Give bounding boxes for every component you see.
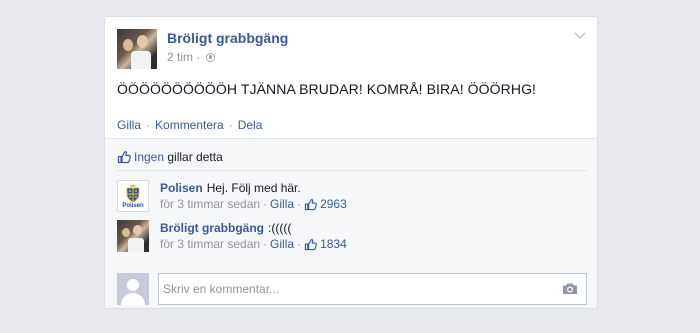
- globe-icon[interactable]: [205, 53, 215, 62]
- comment-item: Polisen Polisen Hej. Följ med här. för 3 …: [117, 180, 587, 214]
- author-avatar[interactable]: [117, 29, 157, 69]
- thumbs-up-icon: [117, 151, 131, 164]
- current-user-avatar: [117, 273, 149, 305]
- likes-summary: Ingen gillar detta: [117, 150, 587, 171]
- thumbs-up-icon: [304, 199, 317, 211]
- post-author-name[interactable]: Bröligt grabbgäng: [167, 30, 288, 46]
- meta-separator: ·: [297, 197, 302, 211]
- comment-meta: för 3 timmar sedan · Gilla · 1834: [160, 237, 347, 251]
- comment-author[interactable]: Bröligt grabbgäng: [160, 221, 264, 235]
- meta-separator: ·: [263, 237, 268, 251]
- comment-composer: [117, 273, 587, 305]
- post-card: Bröligt grabbgäng 2 tim · ÖÖÖÖÖÖÖÖÖÖH TJ…: [104, 16, 598, 309]
- police-logo-label: Polisen: [122, 203, 144, 209]
- comment-like-button[interactable]: Gilla: [270, 197, 294, 211]
- commenter-avatar[interactable]: [117, 220, 149, 252]
- comment-item: Bröligt grabbgäng :((((( för 3 timmar sed…: [117, 220, 587, 254]
- police-crest-icon: [126, 184, 140, 203]
- comment-like-count[interactable]: 1834: [320, 237, 347, 251]
- likes-text: gillar detta: [167, 150, 223, 164]
- commenter-avatar[interactable]: Polisen: [117, 180, 149, 212]
- meta-separator: ·: [263, 197, 268, 211]
- post-text: ÖÖÖÖÖÖÖÖÖÖH TJÄNNA BRUDAR! KOMRÅ! BIRA! …: [117, 81, 537, 97]
- comment-author[interactable]: Polisen: [160, 181, 203, 195]
- post-actions: Gilla · Kommentera · Dela: [117, 118, 262, 132]
- meta-separator: ·: [196, 50, 201, 64]
- thumbs-up-icon: [304, 239, 317, 251]
- action-separator: ·: [228, 118, 233, 132]
- post-time[interactable]: 2 tim: [167, 50, 193, 64]
- post-timestamp[interactable]: 2 tim ·: [167, 50, 215, 64]
- comment-body: Bröligt grabbgäng :(((((: [160, 221, 291, 235]
- comment-time[interactable]: för 3 timmar sedan: [160, 237, 260, 251]
- comment-time[interactable]: för 3 timmar sedan: [160, 197, 260, 211]
- comment-meta: för 3 timmar sedan · Gilla · 2963: [160, 197, 347, 211]
- chevron-down-icon[interactable]: [573, 31, 587, 41]
- comment-button[interactable]: Kommentera: [155, 118, 224, 132]
- comment-body: Polisen Hej. Följ med här.: [160, 181, 301, 195]
- comment-like-count[interactable]: 2963: [320, 197, 347, 211]
- camera-icon[interactable]: [562, 282, 578, 295]
- comment-text: Hej. Följ med här.: [206, 181, 301, 195]
- comment-input[interactable]: [158, 273, 587, 305]
- action-separator: ·: [146, 118, 151, 132]
- comment-like-button[interactable]: Gilla: [270, 237, 294, 251]
- meta-separator: ·: [297, 237, 302, 251]
- feedback-section: Ingen gillar detta Polisen Polisen Hej. F: [105, 138, 597, 308]
- share-button[interactable]: Dela: [238, 118, 263, 132]
- like-button[interactable]: Gilla: [117, 118, 141, 132]
- comment-text: :(((((: [268, 221, 292, 235]
- likers-link[interactable]: Ingen: [134, 150, 164, 164]
